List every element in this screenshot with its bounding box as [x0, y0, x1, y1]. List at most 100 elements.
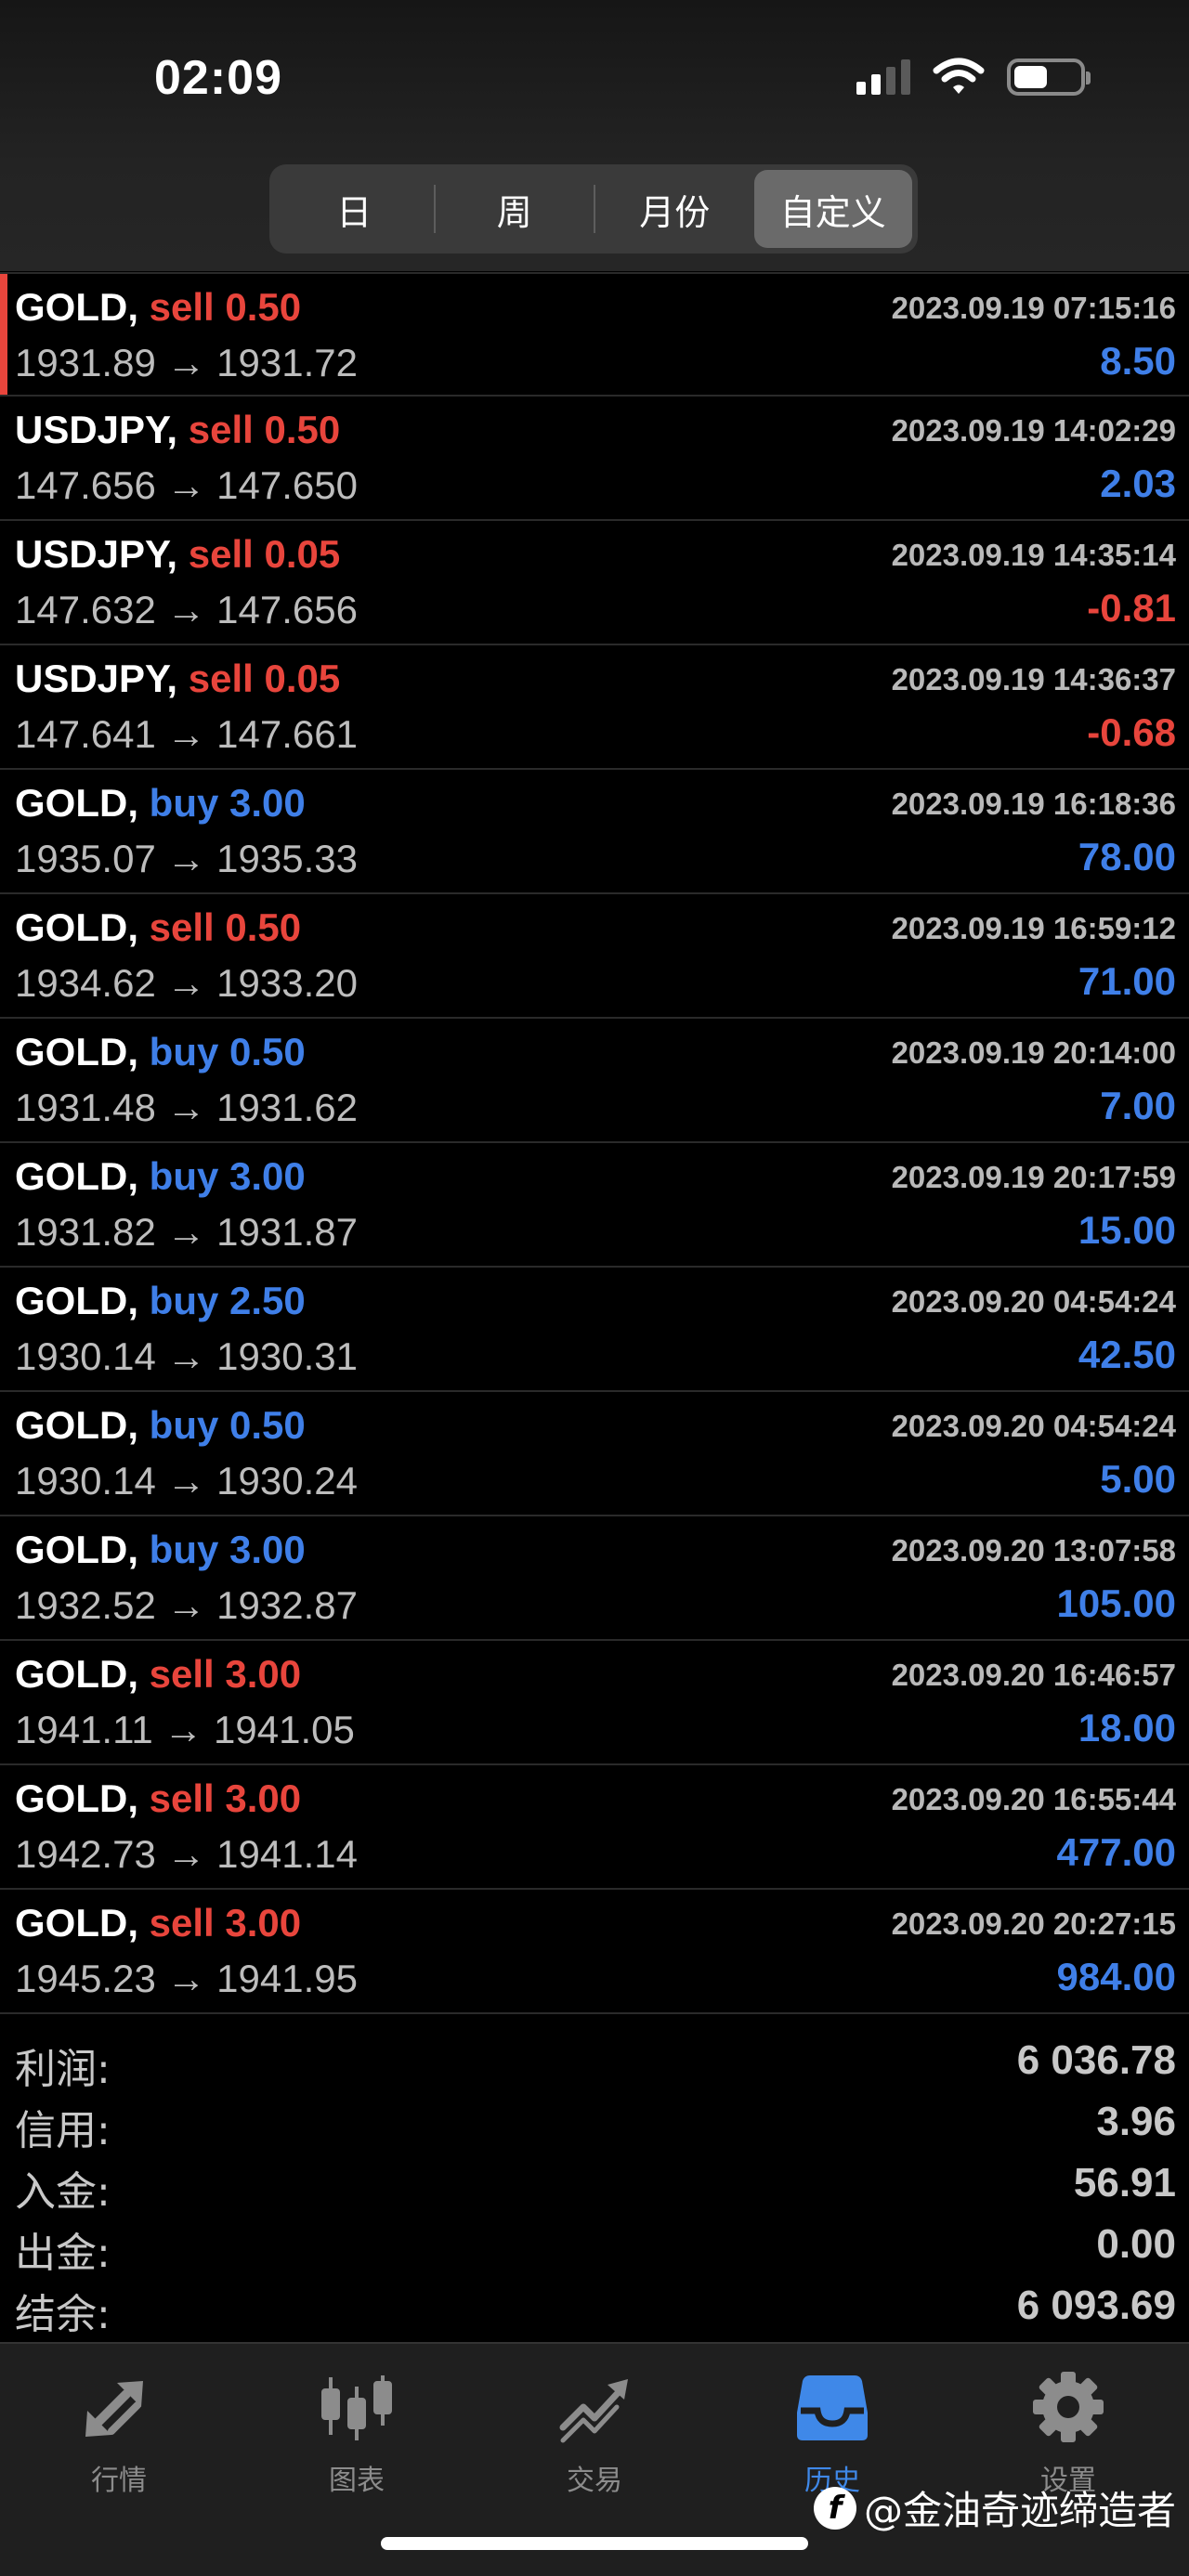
trade-side-lots: sell 0.50: [149, 905, 302, 949]
trade-symbol-side: USDJPY, sell 0.05: [15, 532, 340, 577]
summary-label: 信用:: [15, 2107, 111, 2154]
trade-side-lots: buy 3.00: [149, 1528, 306, 1571]
period-segmented-control: 日 周 月份 自定义: [269, 164, 918, 254]
segment-custom[interactable]: 自定义: [753, 170, 912, 248]
trade-symbol-side: GOLD, buy 3.00: [15, 1528, 306, 1572]
tab-trade[interactable]: 交易: [511, 2370, 678, 2498]
trade-side-lots: sell 0.50: [188, 408, 341, 451]
segment-week[interactable]: 周: [436, 170, 594, 248]
trade-prices: 1931.48 → 1931.62: [15, 1086, 358, 1129]
summary-row: 结余: 6 093.69: [0, 2275, 1189, 2338]
summary-row: 出金: 0.00: [0, 2214, 1189, 2277]
trade-symbol: GOLD,: [15, 1403, 138, 1447]
trade-symbol: USDJPY,: [15, 532, 178, 576]
trade-datetime: 2023.09.19 14:02:29: [891, 413, 1176, 448]
trade-side-lots: buy 2.50: [149, 1279, 306, 1322]
trade-profit: 2.03: [1100, 462, 1176, 505]
trade-side-lots: sell 0.50: [149, 285, 302, 329]
trade-symbol-side: GOLD, sell 3.00: [15, 1901, 301, 1945]
trade-row[interactable]: USDJPY, sell 0.50 2023.09.19 14:02:29 147.…: [0, 397, 1189, 521]
trade-prices: 1941.11 → 1941.05: [15, 1708, 355, 1751]
battery-icon: [1007, 59, 1091, 96]
summary-label: 利润:: [15, 2046, 111, 2093]
trade-row[interactable]: GOLD, buy 3.00 2023.09.19 20:17:59 1931.82…: [0, 1143, 1189, 1268]
trade-symbol: USDJPY,: [15, 408, 178, 451]
trade-row[interactable]: USDJPY, sell 0.05 2023.09.19 14:36:37 147.…: [0, 645, 1189, 770]
trade-profit: 105.00: [1056, 1581, 1176, 1625]
trade-symbol: GOLD,: [15, 285, 138, 329]
trade-prices: 1931.82 → 1931.87: [15, 1210, 358, 1254]
trade-trend-icon: [559, 2379, 628, 2443]
trade-symbol: GOLD,: [15, 781, 138, 825]
trade-row[interactable]: GOLD, sell 3.00 2023.09.20 16:46:57 1941.1…: [0, 1641, 1189, 1765]
trade-profit: 477.00: [1056, 1830, 1176, 1874]
summary-row: 入金: 56.91: [0, 2153, 1189, 2216]
trade-datetime: 2023.09.19 20:14:00: [891, 1035, 1176, 1070]
trade-symbol: GOLD,: [15, 1528, 138, 1571]
trade-row[interactable]: GOLD, sell 0.50 2023.09.19 07:15:16 1931.8…: [0, 272, 1189, 397]
trade-row[interactable]: USDJPY, sell 0.05 2023.09.19 14:35:14 147.…: [0, 521, 1189, 645]
trade-row[interactable]: GOLD, sell 3.00 2023.09.20 20:27:15 1945.2…: [0, 1890, 1189, 2014]
gear-icon: [1033, 2372, 1104, 2442]
trade-row[interactable]: GOLD, buy 3.00 2023.09.20 13:07:58 1932.52…: [0, 1516, 1189, 1641]
tab-chart[interactable]: 图表: [273, 2370, 440, 2498]
trade-side-lots: buy 3.00: [149, 1154, 306, 1198]
trade-profit: 984.00: [1056, 1955, 1176, 1998]
trade-row[interactable]: GOLD, buy 0.50 2023.09.19 20:14:00 1931.48…: [0, 1019, 1189, 1143]
trade-prices: 1935.07 → 1935.33: [15, 837, 358, 880]
trade-profit: 8.50: [1100, 339, 1176, 383]
summary-row: 信用: 3.96: [0, 2091, 1189, 2154]
trade-prices: 1931.89 → 1931.72: [15, 341, 358, 384]
trade-symbol: GOLD,: [15, 1901, 138, 1945]
account-summary: 利润: 6 036.78 信用: 3.96 入金: 56.91 出金: 0.00 结余: 6 09…: [0, 2030, 1189, 2338]
status-icons: [856, 58, 1091, 97]
candlestick-chart-icon: [321, 2375, 392, 2440]
trade-datetime: 2023.09.19 16:59:12: [891, 911, 1176, 945]
trade-row[interactable]: GOLD, buy 3.00 2023.09.19 16:18:36 1935.07…: [0, 770, 1189, 894]
trade-row[interactable]: GOLD, buy 2.50 2023.09.20 04:54:24 1930.14…: [0, 1268, 1189, 1392]
trade-symbol-side: GOLD, buy 3.00: [15, 1154, 306, 1199]
trade-prices: 1934.62 → 1933.20: [15, 961, 358, 1005]
segment-month[interactable]: 月份: [595, 170, 754, 248]
trade-datetime: 2023.09.20 16:46:57: [891, 1658, 1176, 1692]
trade-symbol-side: GOLD, sell 3.00: [15, 1776, 301, 1821]
segment-day[interactable]: 日: [275, 170, 434, 248]
trade-datetime: 2023.09.20 04:54:24: [891, 1284, 1176, 1319]
trade-symbol-side: USDJPY, sell 0.05: [15, 657, 340, 701]
trade-side-lots: sell 3.00: [149, 1652, 302, 1696]
wifi-icon: [933, 58, 985, 94]
summary-value: 6 093.69: [1016, 2283, 1176, 2328]
summary-value: 0.00: [1096, 2221, 1176, 2267]
trade-profit: 15.00: [1078, 1208, 1176, 1252]
trade-symbol: USDJPY,: [15, 657, 178, 700]
summary-label: 出金:: [15, 2230, 111, 2277]
trade-symbol-side: GOLD, buy 0.50: [15, 1030, 306, 1074]
trade-datetime: 2023.09.19 07:15:16: [891, 291, 1176, 325]
watermark-logo-icon: f: [813, 2486, 856, 2530]
cellular-signal-icon: [856, 59, 910, 95]
trade-row[interactable]: GOLD, sell 0.50 2023.09.19 16:59:12 1934.6…: [0, 894, 1189, 1019]
trade-datetime: 2023.09.19 16:18:36: [891, 787, 1176, 821]
tab-quotes[interactable]: 行情: [35, 2370, 203, 2498]
trade-datetime: 2023.09.20 04:54:24: [891, 1409, 1176, 1443]
trade-datetime: 2023.09.20 13:07:58: [891, 1533, 1176, 1568]
trade-symbol: GOLD,: [15, 1279, 138, 1322]
trade-row[interactable]: GOLD, buy 0.50 2023.09.20 04:54:24 1930.14…: [0, 1392, 1189, 1516]
trade-datetime: 2023.09.19 14:36:37: [891, 662, 1176, 696]
trade-prices: 1930.14 → 1930.24: [15, 1459, 358, 1503]
trade-profit: 78.00: [1078, 835, 1176, 878]
trade-profit: -0.81: [1087, 586, 1176, 630]
trade-side-lots: buy 0.50: [149, 1403, 306, 1447]
summary-value: 3.96: [1096, 2099, 1176, 2144]
trade-profit: 7.00: [1100, 1084, 1176, 1127]
trade-side-lots: sell 0.05: [188, 657, 341, 700]
trade-side-lots: buy 0.50: [149, 1030, 306, 1073]
trade-symbol-side: GOLD, sell 0.50: [15, 905, 301, 950]
trade-row[interactable]: GOLD, sell 3.00 2023.09.20 16:55:44 1942.7…: [0, 1765, 1189, 1890]
summary-value: 56.91: [1073, 2160, 1176, 2205]
trade-symbol-side: GOLD, sell 3.00: [15, 1652, 301, 1697]
summary-row: 利润: 6 036.78: [0, 2030, 1189, 2093]
trade-symbol: GOLD,: [15, 905, 138, 949]
history-inbox-icon: [797, 2375, 868, 2440]
trade-symbol: GOLD,: [15, 1652, 138, 1696]
